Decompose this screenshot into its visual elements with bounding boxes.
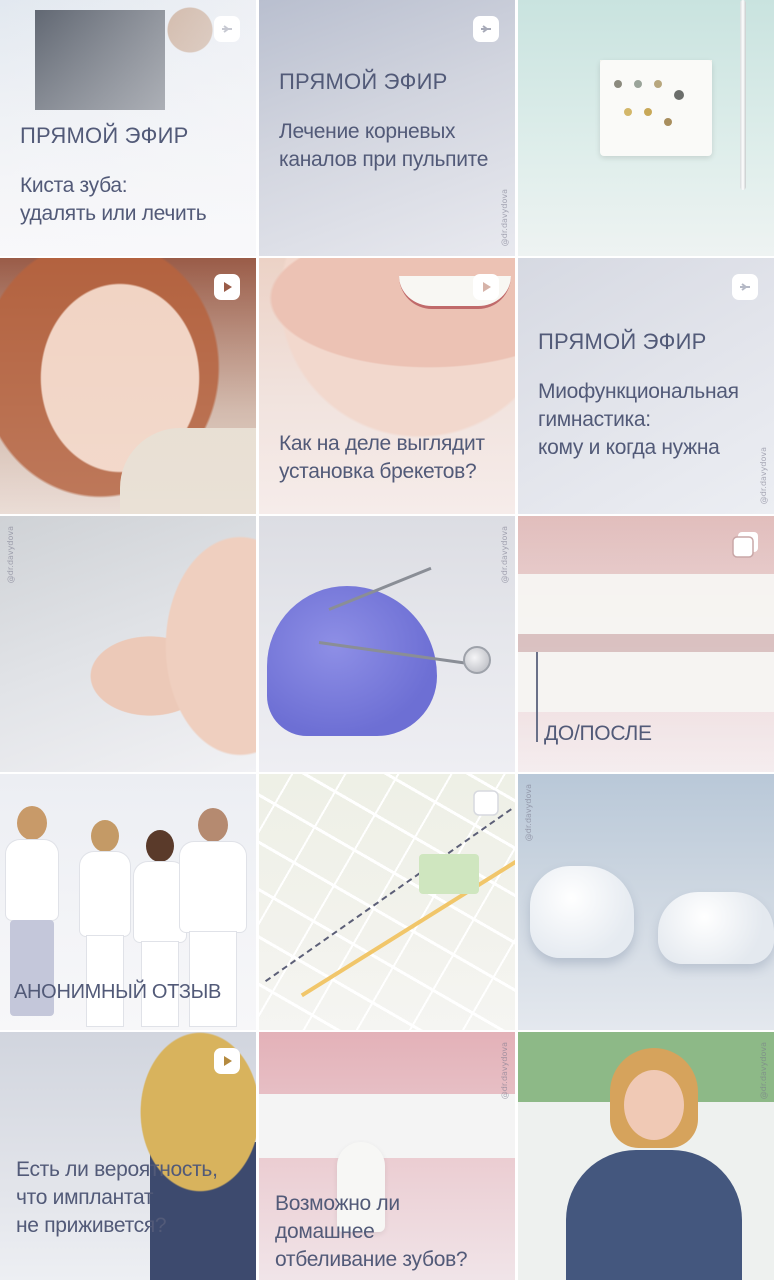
reels-icon — [212, 14, 242, 44]
post-tile-14[interactable]: Возможно ли домашнее отбеливание зубов? … — [259, 1032, 515, 1280]
crown-2 — [658, 892, 774, 964]
post-tile-9[interactable]: ДО/ПОСЛЕ — [518, 516, 774, 772]
reels-icon — [471, 14, 501, 44]
post-caption: Как на деле выглядит установка брекетов? — [279, 430, 503, 486]
doctor-scrubs — [566, 1150, 742, 1280]
post-caption: ПРЯМОЙ ЭФИР Киста зуба: удалять или лечи… — [20, 122, 244, 228]
post-title: Есть ли вероятность, что имплантат не пр… — [16, 1158, 218, 1237]
carousel-icon — [471, 788, 501, 818]
carousel-icon — [730, 530, 760, 560]
post-tile-12[interactable]: @dr.davydova — [518, 774, 774, 1030]
post-caption: ПРЯМОЙ ЭФИР Лечение корневых каналов при… — [279, 68, 503, 174]
dental-mirror — [463, 646, 491, 674]
map-park — [419, 854, 479, 894]
post-title: ДО/ПОСЛЕ — [544, 722, 652, 745]
shade-guide — [600, 60, 712, 156]
post-tile-11[interactable] — [259, 774, 515, 1030]
post-tile-3[interactable] — [518, 0, 774, 256]
post-title: Киста зуба: удалять или лечить — [20, 174, 207, 225]
post-photo — [0, 516, 256, 772]
post-kicker: ПРЯМОЙ ЭФИР — [538, 329, 707, 354]
post-caption: Есть ли вероятность, что имплантат не пр… — [16, 1156, 244, 1240]
accent-line — [536, 652, 538, 742]
crown-1 — [530, 866, 634, 958]
post-tile-2[interactable]: ПРЯМОЙ ЭФИР Лечение корневых каналов при… — [259, 0, 515, 256]
reels-icon — [212, 272, 242, 302]
post-tile-1[interactable]: ПРЯМОЙ ЭФИР Киста зуба: удалять или лечи… — [0, 0, 256, 256]
reels-icon — [471, 272, 501, 302]
post-tile-8[interactable]: @dr.davydova — [259, 516, 515, 772]
post-tile-15[interactable]: @dr.davydova — [518, 1032, 774, 1280]
watermark-handle: @dr.davydova — [500, 526, 509, 584]
watermark-handle: @dr.davydova — [759, 446, 768, 504]
post-caption: Возможно ли домашнее отбеливание зубов? — [275, 1190, 503, 1274]
post-title: Как на деле выглядит установка брекетов? — [279, 432, 485, 483]
post-kicker: ПРЯМОЙ ЭФИР — [20, 123, 189, 148]
post-caption: ПРЯМОЙ ЭФИР Миофункциональная гимнастика… — [538, 328, 762, 462]
watermark-handle: @dr.davydova — [524, 784, 533, 842]
post-tile-5[interactable]: Как на деле выглядит установка брекетов? — [259, 258, 515, 514]
post-tile-10[interactable]: АНОНИМНЫЙ ОТЗЫВ — [0, 774, 256, 1030]
post-caption: ДО/ПОСЛЕ — [544, 720, 762, 748]
post-title: Миофункциональная гимнастика: кому и ког… — [538, 380, 739, 459]
post-kicker: ПРЯМОЙ ЭФИР — [279, 69, 448, 94]
post-tile-6[interactable]: ПРЯМОЙ ЭФИР Миофункциональная гимнастика… — [518, 258, 774, 514]
reels-icon — [212, 1046, 242, 1076]
watermark-handle: @dr.davydova — [759, 1042, 768, 1100]
post-tile-4[interactable] — [0, 258, 256, 514]
post-title: АНОНИМНЫЙ ОТЗЫВ — [14, 981, 222, 1003]
post-tile-13[interactable]: Есть ли вероятность, что имплантат не пр… — [0, 1032, 256, 1280]
syringe — [740, 0, 746, 190]
post-caption: АНОНИМНЫЙ ОТЗЫВ — [14, 978, 244, 1006]
watermark-handle: @dr.davydova — [500, 1042, 509, 1100]
profile-post-grid: ПРЯМОЙ ЭФИР Киста зуба: удалять или лечи… — [0, 0, 774, 1280]
post-title: Лечение корневых каналов при пульпите — [279, 120, 489, 171]
doctor-face — [624, 1070, 684, 1140]
post-tile-7[interactable]: @dr.davydova — [0, 516, 256, 772]
watermark-handle: @dr.davydova — [500, 188, 509, 246]
watermark-handle: @dr.davydova — [6, 526, 15, 584]
post-title: Возможно ли домашнее отбеливание зубов? — [275, 1192, 468, 1271]
reels-icon — [730, 272, 760, 302]
